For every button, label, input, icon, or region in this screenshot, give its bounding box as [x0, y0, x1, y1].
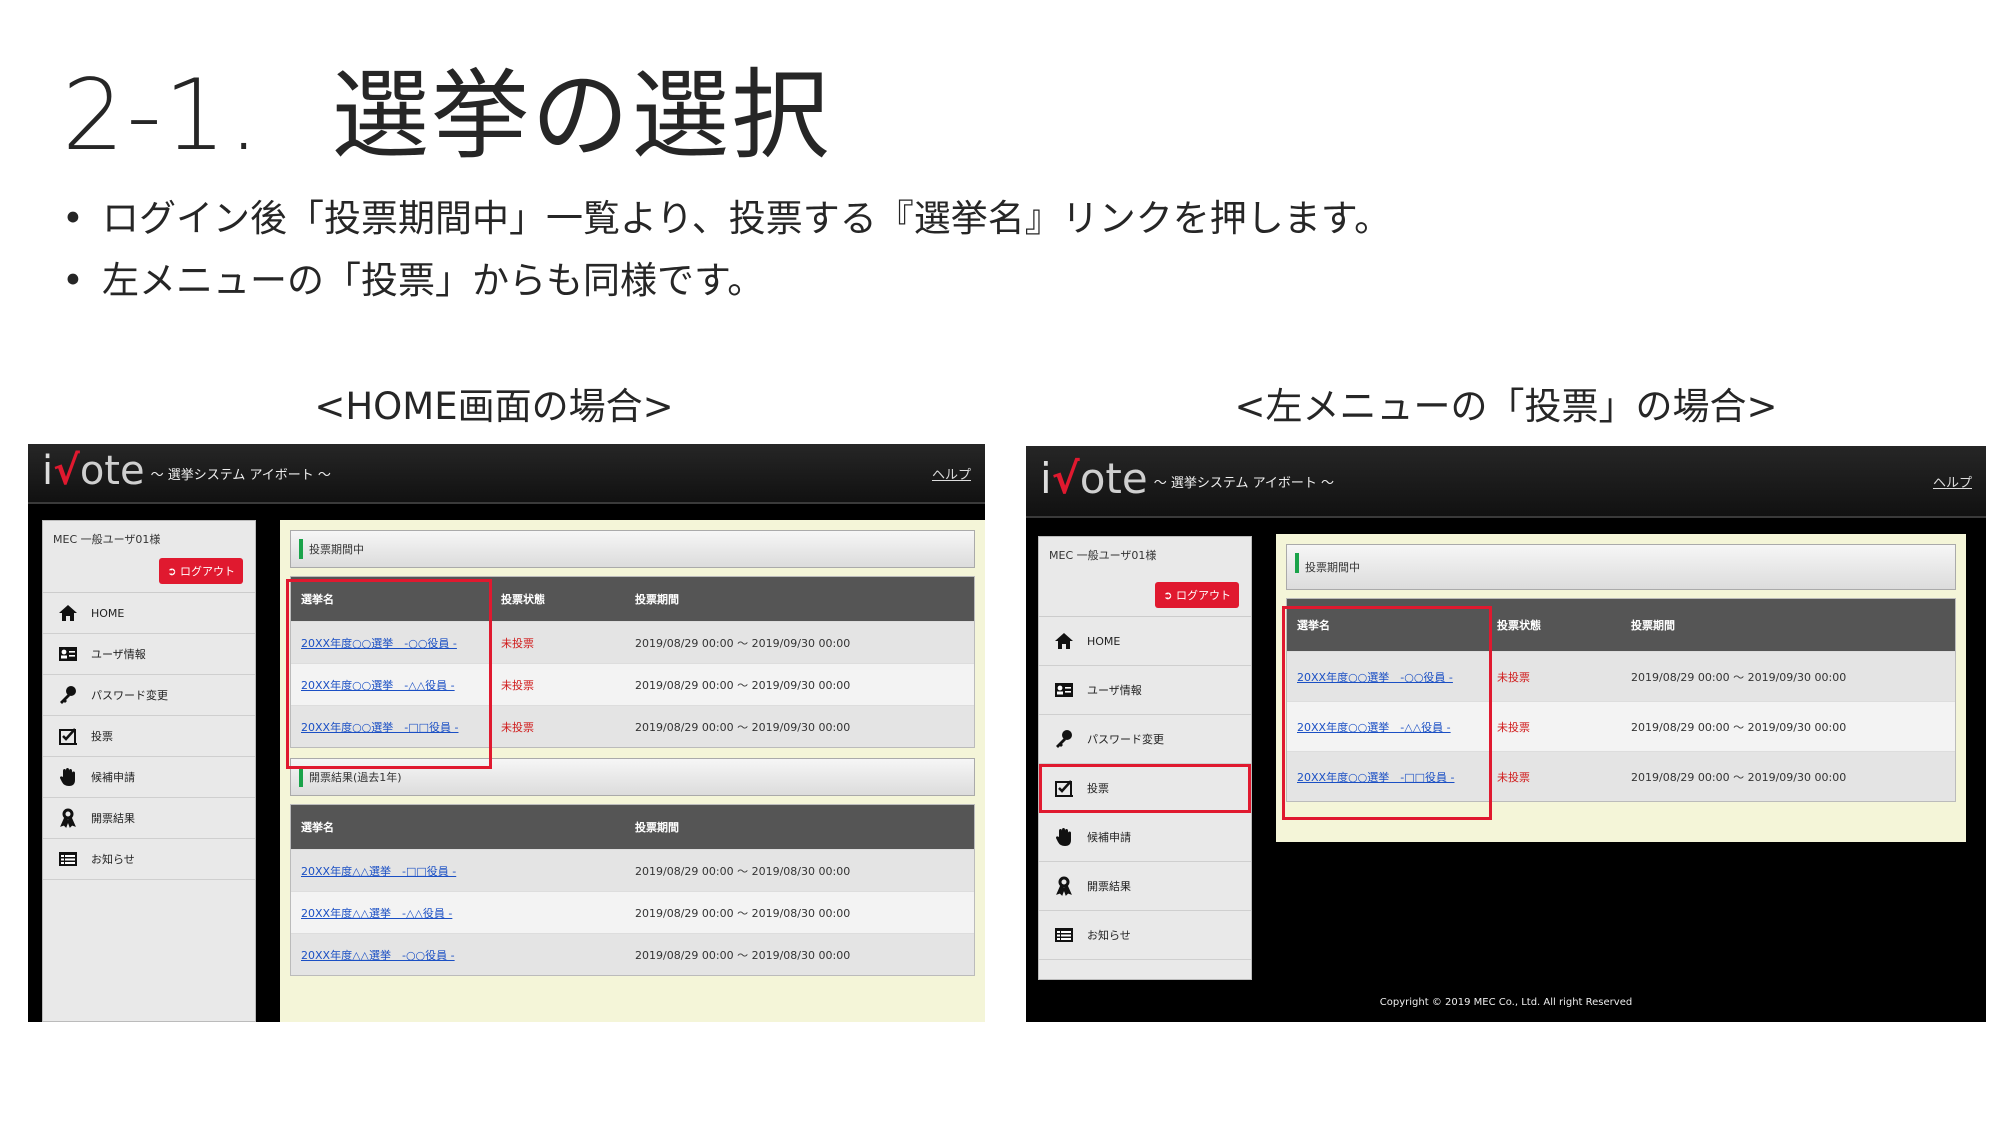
help-link[interactable]: ヘルプ — [932, 464, 971, 483]
sidebar-item-user[interactable]: ユーザ情報 — [1039, 666, 1251, 715]
hand-icon — [1053, 827, 1075, 847]
table-row: 20XX年度△△選挙 -□□役員 -2019/08/29 00:00 ～ 201… — [291, 849, 974, 891]
highlight-election-names — [286, 579, 492, 769]
sidebar-item-results[interactable]: 開票結果 — [1039, 862, 1251, 911]
ballot-check-icon — [57, 726, 79, 746]
user-box: MEC 一般ユーザ01様 ➲ ログアウト — [1039, 537, 1251, 617]
app-header: i√ote ～ 選挙システム アイボート ～ ヘルプ — [28, 444, 985, 504]
panel-voting-header: 投票期間中 — [290, 530, 975, 568]
table-row: 20XX年度△△選挙 -△△役員 -2019/08/29 00:00 ～ 201… — [291, 891, 974, 933]
sidebar-item-password[interactable]: パスワード変更 — [43, 675, 255, 716]
sidebar-item-user[interactable]: ユーザ情報 — [43, 634, 255, 675]
panel-voting-header: 投票期間中 — [1286, 544, 1956, 590]
slide-title: 2-1. 選挙の選択 — [62, 36, 831, 178]
result-link[interactable]: 20XX年度△△選挙 -○○役員 - — [301, 949, 455, 962]
list-icon — [1053, 925, 1075, 945]
caption-home: <HOME画面の場合> — [314, 385, 674, 428]
sidebar-item-results[interactable]: 開票結果 — [43, 798, 255, 839]
bullet-2: 左メニューの「投票」からも同様です。 — [62, 250, 1391, 312]
bullet-1: ログイン後「投票期間中」一覧より、投票する『選挙名』リンクを押します。 — [62, 188, 1391, 250]
sidebar-item-home[interactable]: HOME — [43, 593, 255, 634]
table-row: 20XX年度△△選挙 -○○役員 -2019/08/29 00:00 ～ 201… — [291, 933, 974, 975]
ballot-check-icon — [1053, 778, 1075, 798]
sidebar-item-candidate[interactable]: 候補申請 — [1039, 813, 1251, 862]
result-link[interactable]: 20XX年度△△選挙 -□□役員 - — [301, 865, 456, 878]
user-box: MEC 一般ユーザ01様 ➲ ログアウト — [43, 521, 255, 593]
title-number: 2-1. — [62, 59, 262, 173]
sidebar-item-vote[interactable]: 投票 — [1039, 764, 1251, 813]
sidebar-item-home[interactable]: HOME — [1039, 617, 1251, 666]
table-header: 選挙名 投票期間 — [291, 805, 974, 849]
user-name: MEC 一般ユーザ01様 — [1049, 549, 1157, 562]
user-card-icon — [1053, 680, 1075, 700]
help-link[interactable]: ヘルプ — [1933, 472, 1972, 491]
hand-icon — [57, 767, 79, 787]
logout-button[interactable]: ➲ ログアウト — [159, 558, 243, 584]
sidebar: MEC 一般ユーザ01様 ➲ ログアウト HOME ユーザ情報 パスワード変更 … — [1038, 536, 1252, 980]
home-icon — [57, 603, 79, 623]
sidebar-item-news[interactable]: お知らせ — [1039, 911, 1251, 960]
ribbon-icon — [1053, 876, 1075, 896]
home-icon — [1053, 631, 1075, 651]
ivote-logo: i√ote ～ 選挙システム アイボート ～ — [1040, 454, 1335, 503]
sidebar-item-news[interactable]: お知らせ — [43, 839, 255, 880]
key-icon — [1053, 729, 1075, 749]
user-card-icon — [57, 644, 79, 664]
results-table: 選挙名 投票期間 20XX年度△△選挙 -□□役員 -2019/08/29 00:… — [290, 804, 975, 976]
sidebar-item-candidate[interactable]: 候補申請 — [43, 757, 255, 798]
result-link[interactable]: 20XX年度△△選挙 -△△役員 - — [301, 907, 452, 920]
key-icon — [57, 685, 79, 705]
logout-button[interactable]: ➲ ログアウト — [1155, 582, 1239, 608]
slide: 2-1. 選挙の選択 ログイン後「投票期間中」一覧より、投票する『選挙名』リンクを… — [0, 0, 2000, 1125]
sidebar-item-password[interactable]: パスワード変更 — [1039, 715, 1251, 764]
highlight-election-names — [1282, 606, 1492, 820]
screenshot-menu: i√ote ～ 選挙システム アイボート ～ ヘルプ MEC 一般ユーザ01様 ➲… — [1026, 446, 1986, 1022]
title-text: 選挙の選択 — [331, 59, 832, 173]
bullet-list: ログイン後「投票期間中」一覧より、投票する『選挙名』リンクを押します。 左メニュ… — [62, 188, 1391, 312]
sidebar-item-vote[interactable]: 投票 — [43, 716, 255, 757]
copyright: Copyright © 2019 MEC Co., Ltd. All right… — [1379, 997, 1633, 1008]
app-header: i√ote ～ 選挙システム アイボート ～ ヘルプ — [1026, 446, 1986, 518]
screenshot-home: i√ote ～ 選挙システム アイボート ～ ヘルプ MEC 一般ユーザ01様 ➲… — [28, 444, 985, 1022]
sidebar: MEC 一般ユーザ01様 ➲ ログアウト HOME ユーザ情報 パスワード変更 … — [42, 520, 256, 1022]
ivote-logo: i√ote ～ 選挙システム アイボート ～ — [42, 448, 331, 494]
ribbon-icon — [57, 808, 79, 828]
list-icon — [57, 849, 79, 869]
caption-menu: <左メニューの「投票」の場合> — [1234, 385, 1778, 428]
user-name: MEC 一般ユーザ01様 — [53, 533, 161, 546]
